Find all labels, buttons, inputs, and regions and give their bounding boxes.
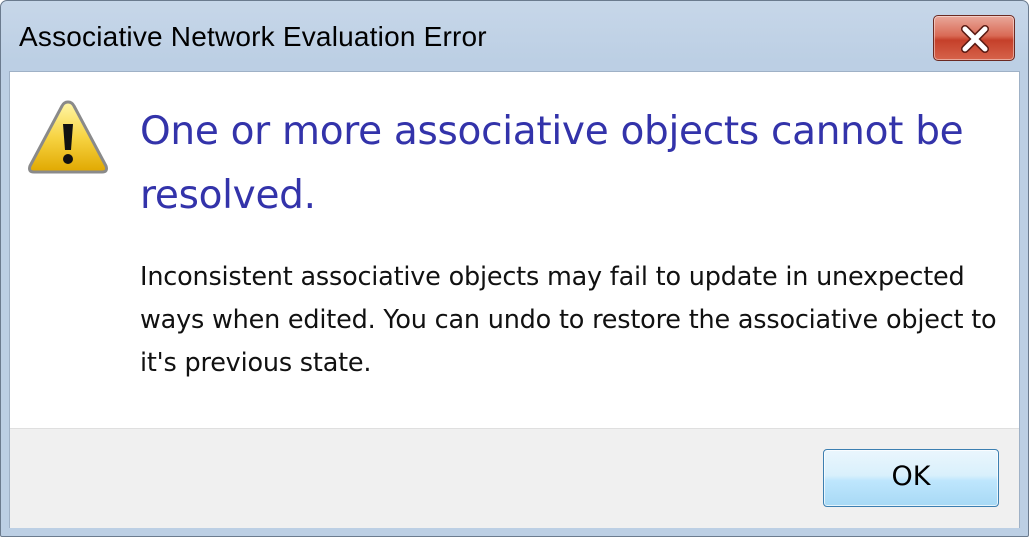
dialog-window: Associative Network Evaluation Error One… — [0, 0, 1029, 537]
close-x-icon — [961, 25, 989, 53]
window-title: Associative Network Evaluation Error — [19, 21, 487, 52]
dialog-content: One or more associative objects cannot b… — [9, 71, 1020, 528]
warning-triangle-icon — [28, 100, 108, 174]
button-bar: OK — [10, 428, 1019, 528]
main-instruction: One or more associative objects cannot b… — [140, 109, 964, 218]
content-text: Inconsistent associative objects may fai… — [140, 262, 997, 378]
ok-button[interactable]: OK — [823, 449, 999, 507]
title-bar[interactable]: Associative Network Evaluation Error — [1, 1, 1028, 71]
close-button[interactable] — [933, 15, 1015, 61]
